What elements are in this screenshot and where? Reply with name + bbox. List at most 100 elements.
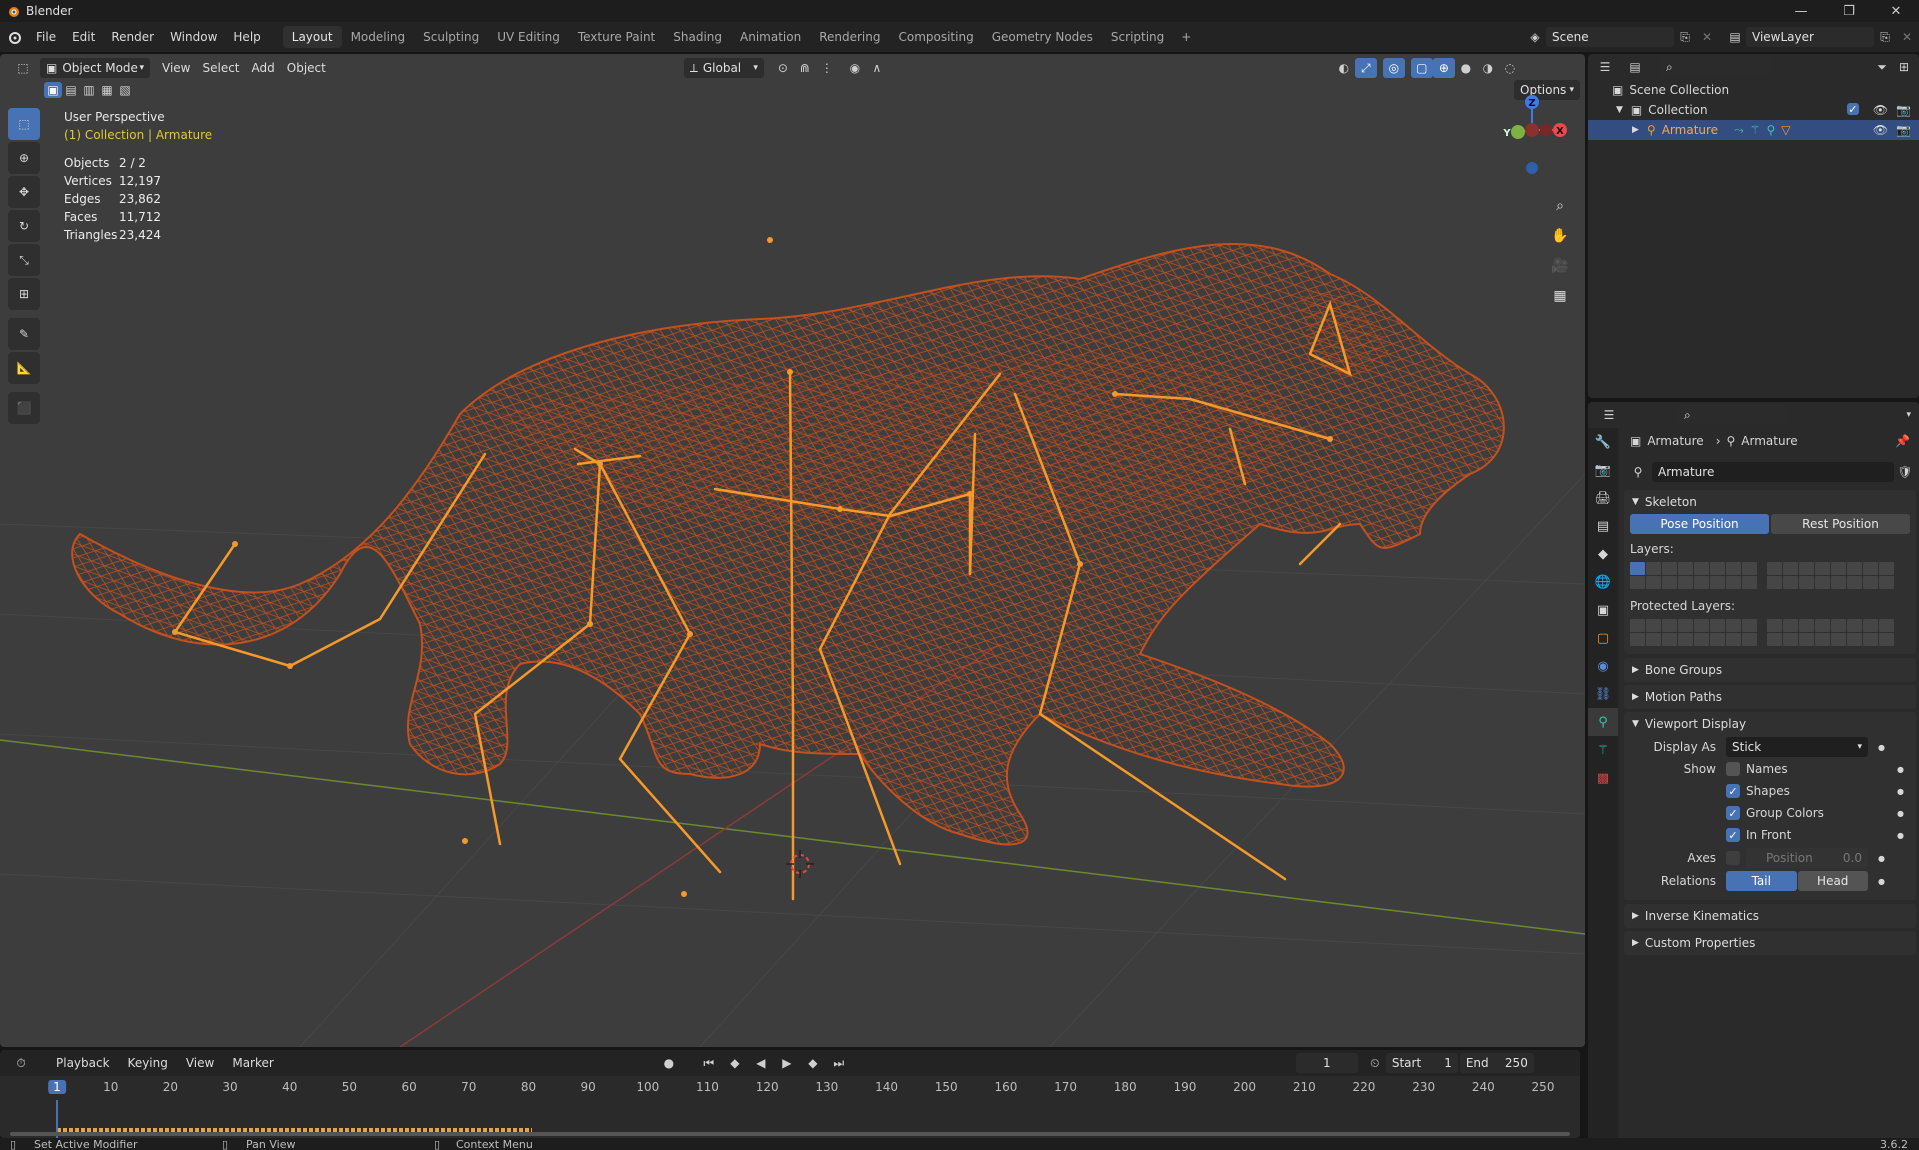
disclosure-open-icon[interactable]: ▼ — [1616, 105, 1623, 115]
display-mode-icon[interactable]: ▤ — [1624, 57, 1646, 77]
armature-data-tab-icon[interactable]: ⚲ — [1588, 708, 1618, 736]
rotate-tool-icon[interactable]: ↻ — [8, 210, 40, 242]
snap-target-icon[interactable]: ⋮ — [816, 58, 838, 78]
keyframe-dot-icon[interactable]: ● — [1897, 787, 1904, 796]
timeline-menu-playback[interactable]: Playback — [50, 1053, 116, 1073]
select-box-tool-icon[interactable]: ⬚ — [8, 108, 40, 140]
keyframe-dot-icon[interactable]: ● — [1878, 854, 1885, 863]
editor-type-icon[interactable]: ⬚ — [12, 58, 34, 78]
timeline-area[interactable]: 1 10 20 30 40 50 60 70 80 90 100 110 120 130 140 150 160… — [0, 1076, 1580, 1138]
select-new-icon[interactable]: ▣ — [44, 82, 62, 98]
material-shading-icon[interactable]: ◑ — [1477, 58, 1499, 78]
shapes-checkbox[interactable]: ✓ — [1726, 784, 1740, 798]
view-layer-tab-icon[interactable]: ▤ — [1588, 512, 1618, 540]
play-icon[interactable]: ▶ — [776, 1053, 798, 1073]
pin-icon[interactable]: 📌 — [1895, 434, 1910, 448]
armature-name-field[interactable]: Armature — [1652, 462, 1894, 482]
workspace-tab-rendering[interactable]: Rendering — [810, 26, 889, 48]
tool-tab-icon[interactable]: 🔧 — [1588, 428, 1618, 456]
orientation-dropdown[interactable]: ⟂ Global ▾ — [683, 58, 764, 78]
object-tab-icon[interactable]: ▢ — [1588, 624, 1618, 652]
keyframe-dot-icon[interactable]: ● — [1897, 831, 1904, 840]
cursor-tool-icon[interactable]: ⊕ — [8, 142, 40, 174]
pan-hand-icon[interactable]: ✋ — [1548, 224, 1572, 248]
new-collection-icon[interactable]: ⊞ — [1893, 57, 1915, 77]
exclude-checkbox[interactable]: ✓ — [1846, 103, 1859, 116]
jump-end-icon[interactable]: ⏭ — [828, 1053, 850, 1073]
menu-edit[interactable]: Edit — [64, 26, 103, 48]
next-keyframe-icon[interactable]: ◆ — [802, 1053, 824, 1073]
view-layer-field[interactable]: ViewLayer — [1746, 27, 1874, 47]
delete-scene-icon[interactable]: ✕ — [1696, 27, 1718, 47]
add-workspace-icon[interactable]: + — [1175, 27, 1197, 47]
timeline[interactable]: ⏱ Playback Keying View Marker ● ⏮ ◆ ◀ ▶ ◆ ⏭… — [0, 1050, 1580, 1138]
record-icon[interactable]: ● — [658, 1053, 680, 1073]
output-tab-icon[interactable]: 🖨 — [1588, 484, 1618, 512]
timeline-menu-keying[interactable]: Keying — [122, 1053, 174, 1073]
workspace-tab-sculpting[interactable]: Sculpting — [414, 26, 488, 48]
layers-grid-right[interactable] — [1767, 562, 1894, 589]
eye-icon[interactable]: 👁 — [1873, 103, 1888, 117]
select-invert-icon[interactable]: ▦ — [98, 82, 116, 98]
scene-selector-icon[interactable]: ◈ — [1524, 27, 1546, 47]
viewport-display-header[interactable]: ▼ Viewport Display — [1624, 712, 1916, 736]
blender-menu-icon[interactable] — [0, 30, 28, 44]
keyframe-dot-icon[interactable]: ● — [1897, 765, 1904, 774]
disclosure-closed-icon[interactable]: ▶ — [1632, 125, 1639, 135]
measure-tool-icon[interactable]: 📐 — [8, 352, 40, 384]
workspace-tab-modeling[interactable]: Modeling — [342, 26, 415, 48]
timeline-menu-view[interactable]: View — [180, 1053, 220, 1073]
keyframe-dot-icon[interactable]: ● — [1897, 809, 1904, 818]
filter-icon[interactable]: ⏷ — [1871, 57, 1893, 77]
armature-data-icon[interactable]: ⚲ — [1766, 123, 1775, 138]
outliner-editor-icon[interactable]: ☰ — [1594, 57, 1616, 77]
camera-view-icon[interactable]: 🎥 — [1548, 254, 1572, 278]
scene-field[interactable]: Scene — [1546, 27, 1674, 47]
workspace-tab-geometry-nodes[interactable]: Geometry Nodes — [983, 26, 1102, 48]
select-intersect-icon[interactable]: ▧ — [116, 82, 134, 98]
wireframe-shading-icon[interactable]: ⊕ — [1432, 58, 1455, 78]
workspace-tab-uv-editing[interactable]: UV Editing — [488, 26, 569, 48]
pose-icon[interactable]: ⤳ — [1734, 123, 1744, 138]
collection-tab-icon[interactable]: ▣ — [1588, 596, 1618, 624]
rendered-shading-icon[interactable]: ◌ — [1499, 58, 1521, 78]
jump-start-icon[interactable]: ⏮ — [698, 1053, 720, 1073]
render-tab-icon[interactable]: 📷 — [1588, 456, 1618, 484]
pivot-point-icon[interactable]: ⊙ — [772, 58, 794, 78]
end-frame-field[interactable]: End 250 — [1459, 1053, 1534, 1073]
in-front-checkbox[interactable]: ✓ — [1726, 828, 1740, 842]
pose-position-button[interactable]: Pose Position — [1630, 514, 1769, 534]
select-extend-icon[interactable]: ▤ — [62, 82, 80, 98]
new-view-layer-icon[interactable]: ⎘ — [1874, 27, 1896, 47]
current-frame-field[interactable]: 1 — [1295, 1053, 1358, 1073]
viewport-menu-select[interactable]: Select — [196, 58, 245, 78]
proportional-edit-icon[interactable]: ◉ — [844, 58, 866, 78]
skeleton-header[interactable]: ▼ Skeleton — [1624, 490, 1916, 514]
solid-shading-icon[interactable]: ● — [1455, 58, 1477, 78]
ortho-grid-icon[interactable]: ▦ — [1548, 284, 1572, 308]
viewport-menu-view[interactable]: View — [156, 58, 196, 78]
outliner-armature-row[interactable]: ▶ ⚲ Armature ⤳ ⚚ ⚲ ▽ 👁 📷 — [1588, 120, 1919, 140]
timeline-editor-icon[interactable]: ⏱ — [10, 1053, 32, 1073]
move-tool-icon[interactable]: ✥ — [8, 176, 40, 208]
gizmo-toggle-icon[interactable]: ⤢ — [1354, 58, 1377, 78]
workspace-tab-scripting[interactable]: Scripting — [1102, 26, 1173, 48]
rest-position-button[interactable]: Rest Position — [1771, 514, 1910, 534]
select-subtract-icon[interactable]: ▥ — [80, 82, 98, 98]
keyframe-dot-icon[interactable]: ● — [1878, 743, 1885, 752]
motion-paths-panel[interactable]: ▶ Motion Paths — [1624, 685, 1916, 709]
visibility-icon[interactable]: ◐ — [1333, 58, 1355, 78]
viewport-menu-add[interactable]: Add — [246, 58, 281, 78]
mode-dropdown[interactable]: ▣ Object Mode ▾ — [40, 58, 150, 78]
relations-head-button[interactable]: Head — [1797, 871, 1868, 891]
zoom-icon[interactable]: ⌕ — [1548, 194, 1572, 218]
relations-tail-button[interactable]: Tail — [1726, 871, 1797, 891]
play-reverse-icon[interactable]: ◀ — [750, 1053, 772, 1073]
outliner-search-input[interactable]: ⌕ — [1660, 57, 1770, 77]
timeline-scrollbar[interactable] — [10, 1132, 1570, 1136]
menu-window[interactable]: Window — [162, 26, 225, 48]
fake-user-shield-icon[interactable]: 🛡 — [1894, 465, 1916, 479]
close-window-button[interactable]: ✕ — [1873, 0, 1919, 22]
inverse-kinematics-panel[interactable]: ▶ Inverse Kinematics — [1624, 904, 1916, 928]
delete-view-layer-icon[interactable]: ✕ — [1896, 27, 1918, 47]
